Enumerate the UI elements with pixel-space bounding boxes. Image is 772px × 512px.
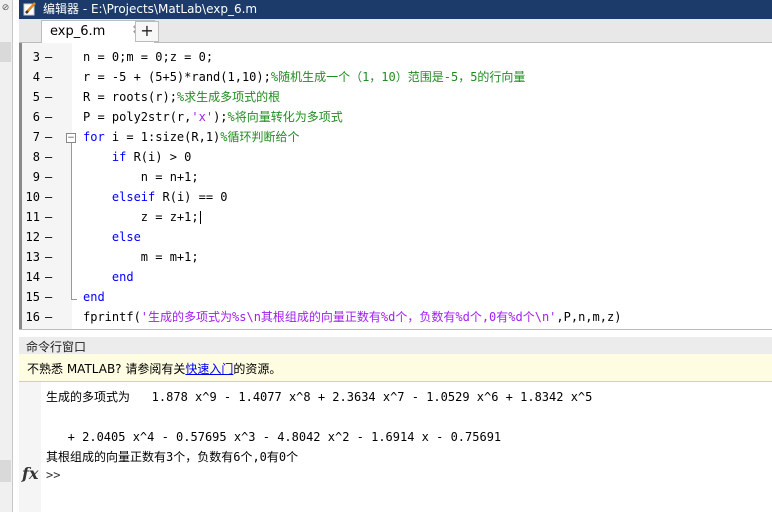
code-line[interactable]: 12– else xyxy=(22,227,772,247)
code-text[interactable]: else xyxy=(83,227,141,247)
line-number: 6 xyxy=(32,110,40,124)
breakpoint-marker[interactable]: – xyxy=(45,227,55,247)
line-number: 14 xyxy=(25,270,40,284)
code-text[interactable]: z = z+1; xyxy=(83,207,201,227)
code-text[interactable]: m = m+1; xyxy=(83,247,199,267)
code-line[interactable]: 6– P = poly2str(r,'x');%将向量转化为多项式 xyxy=(22,107,772,127)
code-text[interactable]: R = roots(r);%求生成多项式的根 xyxy=(83,87,280,107)
breakpoint-marker[interactable]: – xyxy=(45,247,55,267)
command-window-title: 命令行窗口 xyxy=(26,340,87,354)
code-text[interactable]: end xyxy=(83,267,134,287)
code-text[interactable]: r = -5 + (5+5)*rand(1,10);%随机生成一个（1，10）范… xyxy=(83,67,525,87)
code-text[interactable]: if R(i) > 0 xyxy=(83,147,191,167)
line-number: 5 xyxy=(32,90,40,104)
line-number: 11 xyxy=(25,210,40,224)
info-prefix: 不熟悉 MATLAB? 请参阅有关 xyxy=(27,362,186,376)
code-editor[interactable]: 3– n = 0;m = 0;z = 0; 4– r = -5 + (5+5)*ran… xyxy=(19,43,772,330)
window-title: 编辑器 - E:\Projects\MatLab\exp_6.m xyxy=(43,2,258,16)
fold-range-line xyxy=(71,143,72,299)
code-line[interactable]: 13– m = m+1; xyxy=(22,247,772,267)
code-line[interactable]: 5– R = roots(r);%求生成多项式的根 xyxy=(22,87,772,107)
breakpoint-marker[interactable]: – xyxy=(45,127,55,147)
new-tab-button[interactable]: + xyxy=(135,21,159,42)
info-bar: 不熟悉 MATLAB? 请参阅有关快速入门的资源。 xyxy=(19,354,772,382)
code-text[interactable]: end xyxy=(83,287,105,307)
breakpoint-marker[interactable]: – xyxy=(45,307,55,327)
editor-tab-bar: exp_6.m ✖ + xyxy=(19,19,772,43)
panel-scroll-handle-lower[interactable] xyxy=(0,460,11,482)
code-line[interactable]: 14– end xyxy=(22,267,772,287)
line-number: 3 xyxy=(32,50,40,64)
code-text[interactable]: for i = 1:size(R,1)%循环判断给个 xyxy=(83,127,300,147)
fold-toggle-icon[interactable]: − xyxy=(66,133,76,143)
panel-toggle-icon[interactable]: ⊘ xyxy=(0,3,11,14)
console-gutter xyxy=(19,382,41,512)
command-window[interactable]: 生成的多项式为 1.878 x^9 - 1.4077 x^8 + 2.3634 … xyxy=(19,382,772,512)
quick-start-link[interactable]: 快速入门 xyxy=(185,362,233,376)
line-number: 7 xyxy=(32,130,40,144)
code-text[interactable]: n = n+1; xyxy=(83,167,199,187)
fold-range-end xyxy=(71,299,77,300)
code-line[interactable]: 4– r = -5 + (5+5)*rand(1,10);%随机生成一个（1，10… xyxy=(22,67,772,87)
console-output-line: 生成的多项式为 1.878 x^9 - 1.4077 x^8 + 2.3634 … xyxy=(46,390,593,404)
code-line[interactable]: 7– for i = 1:size(R,1)%循环判断给个 xyxy=(22,127,772,147)
breakpoint-marker[interactable]: – xyxy=(45,87,55,107)
line-number: 4 xyxy=(32,70,40,84)
breakpoint-marker[interactable]: – xyxy=(45,147,55,167)
tab-label: exp_6.m xyxy=(50,24,106,39)
code-line[interactable]: 8– if R(i) > 0 xyxy=(22,147,772,167)
breakpoint-marker[interactable]: – xyxy=(45,47,55,67)
function-browser-icon[interactable]: fx xyxy=(22,464,38,483)
line-number: 8 xyxy=(32,150,40,164)
command-prompt[interactable]: >> xyxy=(46,468,60,482)
breakpoint-marker[interactable]: – xyxy=(45,207,55,227)
left-panel-strip: ⊘ xyxy=(0,0,13,512)
line-number: 12 xyxy=(25,230,40,244)
info-message: 不熟悉 MATLAB? 请参阅有关快速入门的资源。 xyxy=(27,360,281,377)
code-text[interactable]: n = 0;m = 0;z = 0; xyxy=(83,47,213,67)
breakpoint-marker[interactable]: – xyxy=(45,167,55,187)
line-number: 9 xyxy=(32,170,40,184)
breakpoint-marker[interactable]: – xyxy=(45,187,55,207)
breakpoint-marker[interactable]: – xyxy=(45,287,55,307)
code-line[interactable]: 9– n = n+1; xyxy=(22,167,772,187)
info-suffix: 的资源。 xyxy=(233,362,282,376)
editor-title-bar: 编辑器 - E:\Projects\MatLab\exp_6.m xyxy=(19,0,772,19)
breakpoint-marker[interactable]: – xyxy=(45,267,55,287)
breakpoint-marker[interactable]: – xyxy=(45,67,55,87)
code-text[interactable]: P = poly2str(r,'x');%将向量转化为多项式 xyxy=(83,107,343,127)
code-line[interactable]: 15– end xyxy=(22,287,772,307)
code-line[interactable]: 10– elseif R(i) == 0 xyxy=(22,187,772,207)
breakpoint-marker[interactable]: – xyxy=(45,107,55,127)
console-output-line: 其根组成的向量正数有3个，负数有6个,0有0个 xyxy=(46,450,299,464)
panel-scroll-handle[interactable] xyxy=(0,42,11,62)
code-text[interactable]: elseif R(i) == 0 xyxy=(83,187,228,207)
code-line[interactable]: 3– n = 0;m = 0;z = 0; xyxy=(22,47,772,67)
line-number: 10 xyxy=(25,190,40,204)
line-number: 15 xyxy=(25,290,40,304)
code-text[interactable]: fprintf('生成的多项式为%s\n其根组成的向量正数有%d个，负数有%d个… xyxy=(83,307,621,327)
command-window-header: 命令行窗口 xyxy=(19,337,772,355)
line-number: 16 xyxy=(25,310,40,324)
console-output-line: + 2.0405 x^4 - 0.57695 x^3 - 4.8042 x^2 … xyxy=(46,430,502,444)
editor-icon xyxy=(23,2,36,16)
code-line[interactable]: 11– z = z+1; xyxy=(22,207,772,227)
line-number: 13 xyxy=(25,250,40,264)
code-line[interactable]: 16– fprintf('生成的多项式为%s\n其根组成的向量正数有%d个，负数有… xyxy=(22,307,772,327)
